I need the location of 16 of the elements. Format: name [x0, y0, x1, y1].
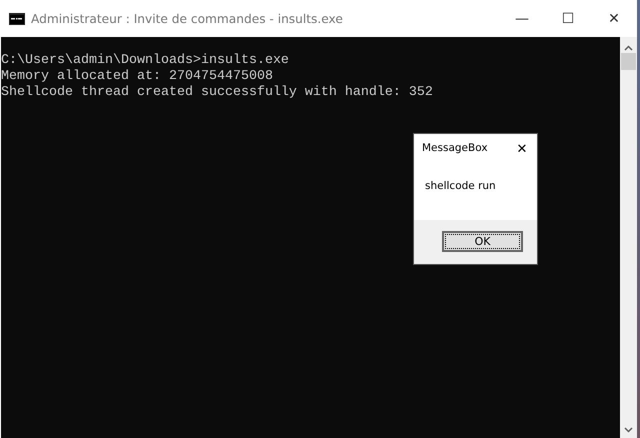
scrollbar[interactable]: [620, 37, 637, 438]
console-line: C:\Users\admin\Downloads>insults.exe: [1, 53, 289, 69]
window-title: Administrateur : Invite de commandes - insults.exe: [31, 12, 344, 26]
console-line: Shellcode thread created successfully with handle: 352: [1, 85, 433, 101]
close-button[interactable]: ✕: [507, 134, 537, 162]
ok-button[interactable]: OK: [442, 231, 523, 252]
dialog-title: MessageBox: [422, 142, 489, 154]
scroll-thumb[interactable]: [621, 53, 636, 70]
maximize-button[interactable]: ☐: [545, 0, 591, 37]
console-app-icon: [9, 12, 25, 24]
minimize-button[interactable]: —: [499, 0, 545, 37]
scroll-up-icon[interactable]: [624, 45, 633, 51]
scroll-down-icon[interactable]: [624, 427, 633, 433]
console-line: Memory allocated at: 2704754475008: [1, 69, 273, 85]
dialog-message: shellcode run: [425, 180, 496, 192]
close-button[interactable]: ✕: [591, 0, 637, 37]
